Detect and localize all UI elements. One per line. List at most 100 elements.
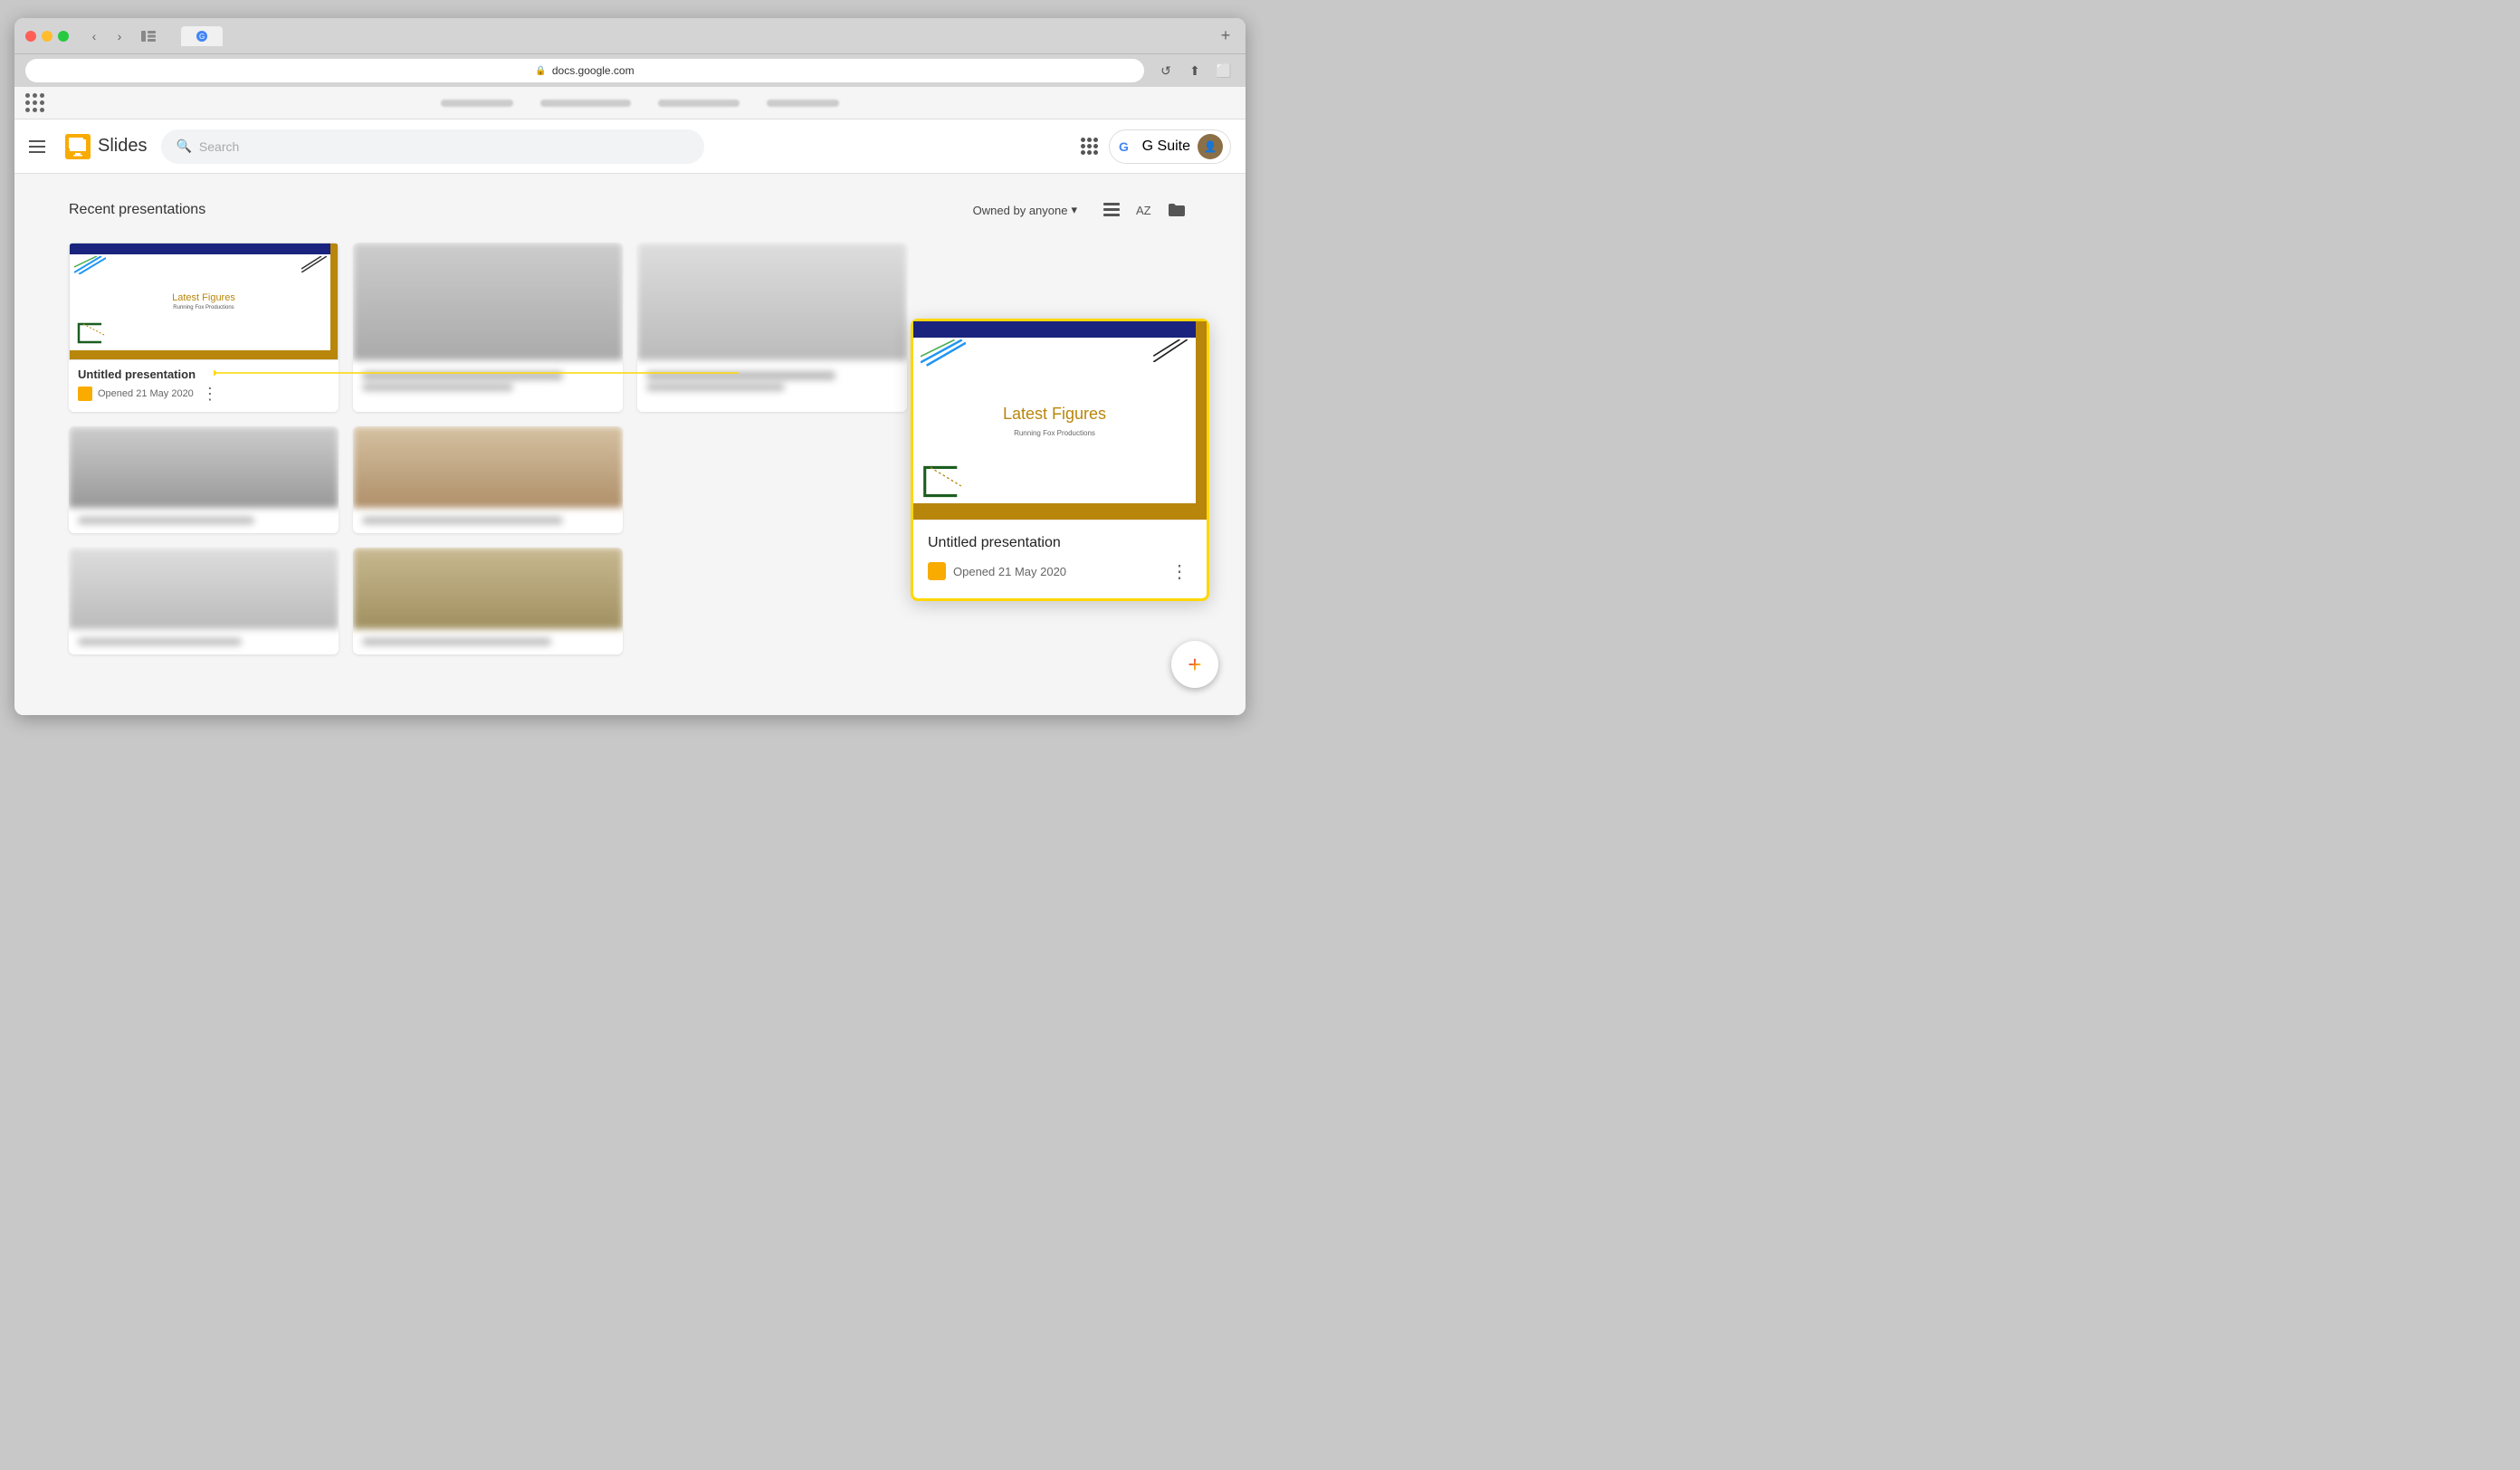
forward-button[interactable]: › — [109, 25, 130, 47]
svg-text:G: G — [1119, 139, 1129, 154]
tooltip-slide-top-border — [913, 321, 1207, 338]
new-presentation-fab[interactable]: + — [1171, 641, 1218, 688]
header-right: G G Suite 👤 — [1081, 129, 1231, 164]
featured-card-thumbnail: Latest Figures Running Fox Productions — [69, 243, 339, 360]
owned-by-button[interactable]: Owned by anyone ▾ — [964, 197, 1086, 223]
slides-app-icon — [65, 134, 91, 159]
blurred-card-2[interactable] — [353, 243, 623, 412]
search-bar[interactable]: 🔍 Search — [161, 129, 704, 164]
featured-presentation-card[interactable]: Latest Figures Running Fox Productions U… — [69, 243, 339, 412]
url-text: docs.google.com — [552, 64, 635, 77]
tooltip-bl-deco — [921, 463, 961, 500]
blurred-info-r3-1 — [69, 629, 339, 654]
tooltip-tr-deco — [1152, 339, 1188, 362]
featured-card-meta: Opened 21 May 2020 ⋮ — [78, 383, 329, 405]
tooltip-thumbnail: Latest Figures Running Fox Productions — [913, 321, 1207, 520]
blurred-thumb-r3-1 — [69, 548, 339, 629]
minimize-button[interactable] — [42, 31, 52, 42]
slide-tl-deco — [74, 256, 106, 274]
tooltip-slides-icon — [928, 562, 946, 580]
tooltip-info: Untitled presentation Opened 21 May 2020… — [913, 520, 1207, 598]
dropdown-arrow-icon: ▾ — [1071, 203, 1077, 217]
share-button[interactable]: ⬆ — [1184, 60, 1206, 81]
slide-center-content: Latest Figures Running Fox Productions — [172, 292, 235, 310]
section-controls: Owned by anyone ▾ AZ — [964, 196, 1191, 224]
featured-card-date: Opened 21 May 2020 — [98, 388, 194, 399]
avatar[interactable]: 👤 — [1198, 134, 1223, 159]
slide-top-border — [70, 243, 338, 254]
apps-grid-icon[interactable] — [1081, 138, 1098, 155]
traffic-lights — [25, 31, 69, 42]
tooltip-tl-deco — [921, 339, 966, 367]
slide-right-border — [330, 243, 338, 359]
empty-r2-3 — [637, 426, 907, 533]
google-apps-blurred — [45, 100, 1235, 107]
url-bar-wrapper: 🔒 docs.google.com ↺ ⬆ ⬜ — [14, 54, 1246, 87]
slides-meta-icon — [78, 387, 92, 401]
owned-by-label: Owned by anyone — [973, 204, 1068, 217]
folder-view-button[interactable] — [1162, 196, 1191, 224]
sidebar-toggle-icon[interactable] — [138, 25, 159, 47]
blurred-thumb-3 — [637, 243, 907, 360]
featured-card-more-button[interactable]: ⋮ — [199, 383, 221, 405]
section-title: Recent presentations — [69, 202, 964, 218]
blurred-card-row2-1[interactable] — [69, 426, 339, 533]
search-placeholder-text: Search — [199, 139, 691, 154]
slides-title-text: Slides — [98, 136, 147, 157]
close-button[interactable] — [25, 31, 36, 42]
tooltip-slide-title: Latest Figures — [1003, 405, 1106, 424]
slide-preview: Latest Figures Running Fox Productions — [70, 243, 338, 359]
blurred-info-2 — [353, 360, 623, 402]
blurred-tab-3 — [658, 100, 740, 107]
blurred-tab-4 — [767, 100, 839, 107]
blurred-info-3 — [637, 360, 907, 402]
browser-tab-bar: G — [181, 26, 1202, 46]
svg-text:G: G — [199, 33, 205, 41]
search-icon: 🔍 — [176, 138, 191, 154]
lock-icon: 🔒 — [535, 66, 546, 76]
blurred-info-r3-2 — [353, 629, 623, 654]
tooltip-slide-subtitle: Running Fox Productions — [1014, 429, 1095, 437]
blurred-card-row2-2[interactable] — [353, 426, 623, 533]
tooltip-slide-inner: Latest Figures Running Fox Productions — [913, 321, 1207, 520]
browser-actions: ↺ ⬆ ⬜ — [1155, 60, 1235, 81]
slide-subtitle: Running Fox Productions — [173, 305, 234, 310]
slide-tr-deco — [301, 256, 327, 272]
svg-text:AZ: AZ — [1136, 204, 1151, 217]
featured-card-title: Untitled presentation — [78, 368, 329, 381]
hamburger-menu-icon[interactable] — [29, 136, 51, 158]
avatar-initials: 👤 — [1204, 140, 1217, 153]
browser-tab[interactable]: G — [181, 26, 223, 46]
fullscreen-button[interactable]: ⬜ — [1213, 60, 1235, 81]
view-toggle: AZ — [1097, 196, 1191, 224]
featured-card-info: Untitled presentation Opened 21 May 2020… — [69, 360, 339, 412]
blurred-tab-2 — [540, 100, 631, 107]
slide-bl-deco — [74, 320, 106, 347]
tooltip-title-text: Untitled presentation — [928, 535, 1192, 551]
blurred-thumb-r2-1 — [69, 426, 339, 508]
google-apps-grid-icon[interactable] — [25, 93, 45, 113]
sort-view-button[interactable]: AZ — [1130, 196, 1159, 224]
tab-favicon: G — [196, 30, 208, 43]
back-button[interactable]: ‹ — [83, 25, 105, 47]
maximize-button[interactable] — [58, 31, 69, 42]
blurred-info-r2-2 — [353, 508, 623, 533]
blurred-card-3[interactable] — [637, 243, 907, 412]
tooltip-meta: Opened 21 May 2020 ⋮ — [928, 558, 1192, 584]
gsuite-badge[interactable]: G G Suite 👤 — [1109, 129, 1231, 164]
tooltip-more-button[interactable]: ⋮ — [1167, 558, 1192, 584]
blurred-tab-1 — [441, 100, 513, 107]
fab-plus-icon: + — [1188, 653, 1201, 676]
new-tab-button[interactable]: + — [1217, 27, 1235, 45]
reload-button[interactable]: ↺ — [1155, 60, 1177, 81]
blurred-card-row3-1[interactable] — [69, 548, 339, 654]
blurred-card-row3-2[interactable] — [353, 548, 623, 654]
google-g-icon: G — [1117, 138, 1135, 156]
url-bar[interactable]: 🔒 docs.google.com — [25, 59, 1144, 82]
tooltip-date-text: Opened 21 May 2020 — [953, 565, 1160, 578]
slides-logo[interactable]: Slides — [65, 134, 147, 159]
empty-r3-3 — [637, 548, 907, 654]
content-area: Recent presentations Owned by anyone ▾ A… — [14, 174, 1246, 715]
blurred-thumb-2 — [353, 243, 623, 360]
list-view-button[interactable] — [1097, 196, 1126, 224]
